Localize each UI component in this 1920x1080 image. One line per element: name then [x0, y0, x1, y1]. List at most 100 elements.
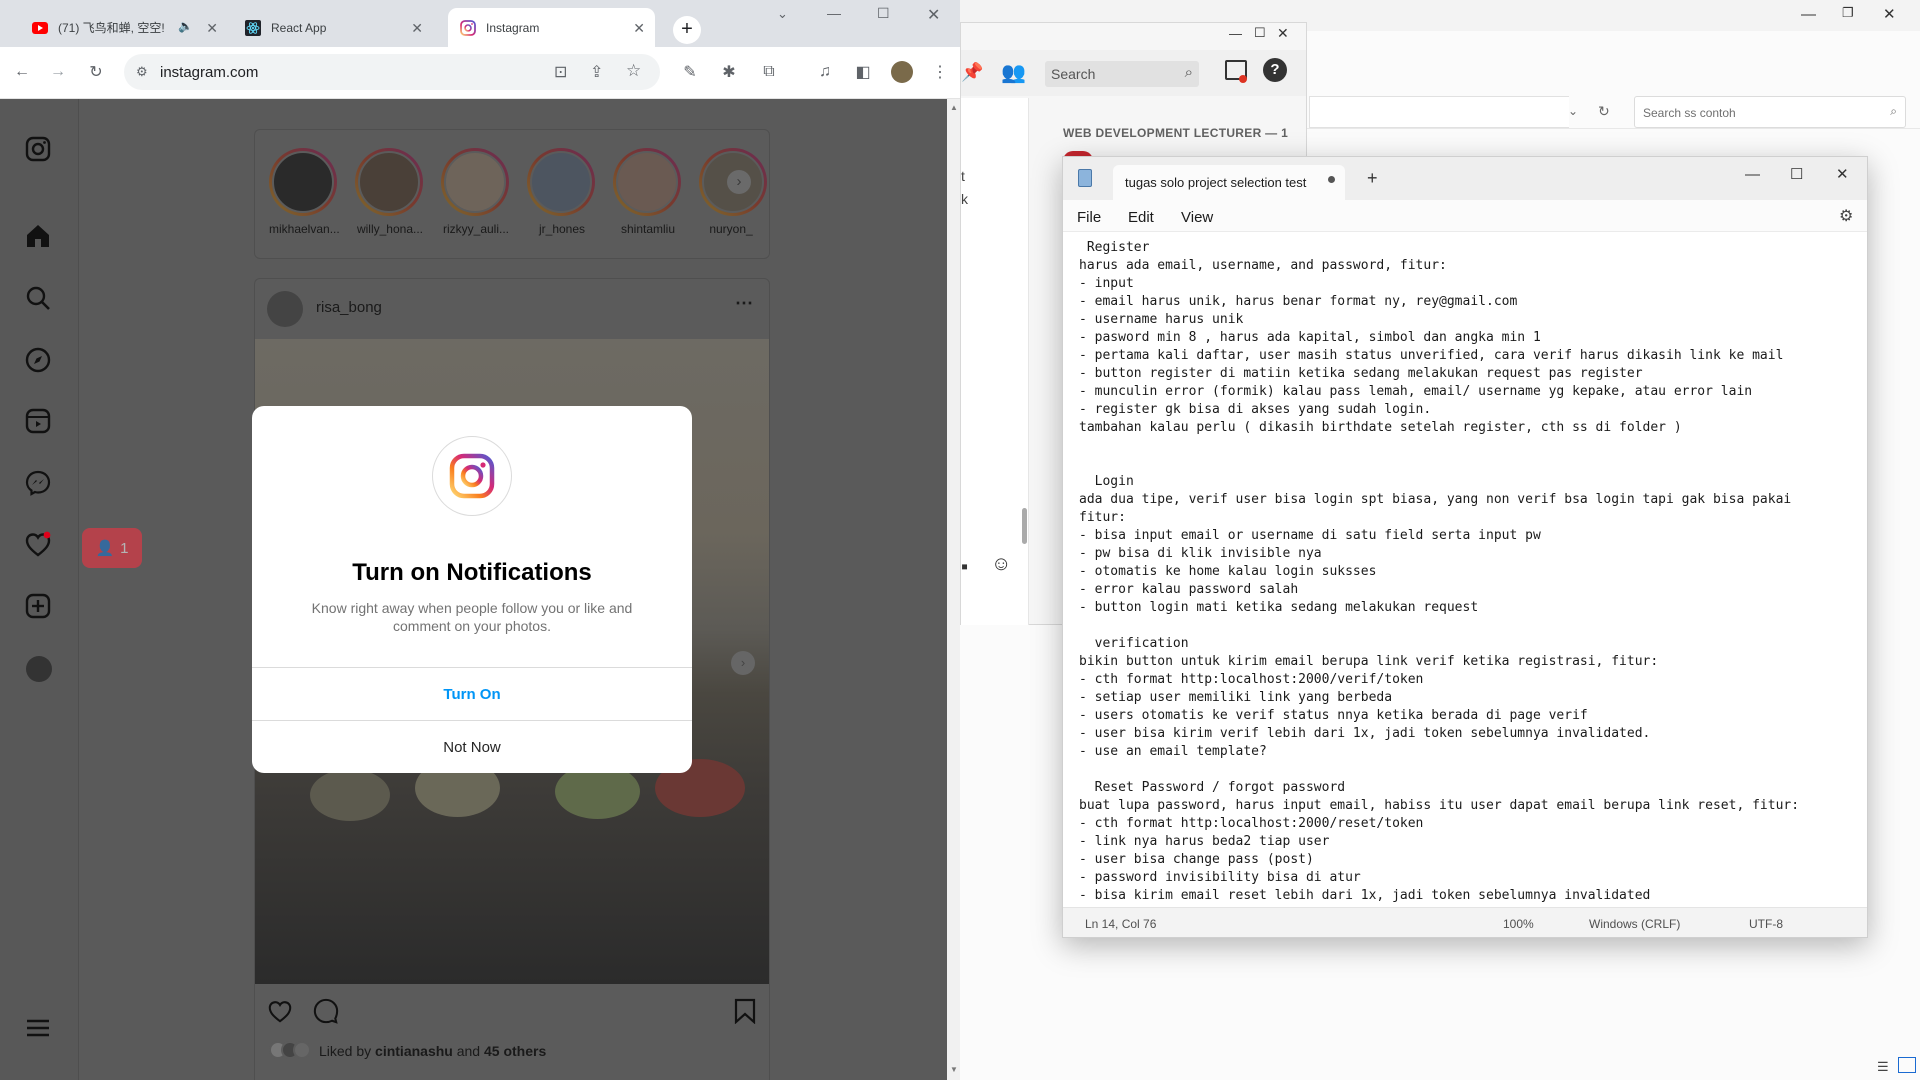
close-icon[interactable]: ✕: [411, 20, 423, 37]
story-item[interactable]: rizkyy_auli...: [441, 148, 511, 236]
encoding[interactable]: UTF-8: [1749, 917, 1783, 931]
forward-icon[interactable]: →: [46, 60, 70, 84]
close-window-button[interactable]: ✕: [927, 5, 940, 25]
site-info-icon[interactable]: ⚙: [136, 64, 148, 80]
maximize-button[interactable]: ☐: [877, 5, 890, 22]
bookmark-star-icon[interactable]: ☆: [626, 61, 641, 81]
home-icon[interactable]: [24, 222, 54, 252]
editor-line: - pasword min 8 , harus ada kapital, sim…: [1079, 330, 1541, 345]
chevron-down-icon[interactable]: ⌄: [1568, 104, 1578, 118]
messenger-icon[interactable]: [24, 469, 54, 499]
browser-toolbar: ← → ↻ ⚙ instagram.com ⊡ ⇪ ☆ ✎ ✱ ⧉ ♫ ◧ ⋮: [0, 47, 960, 99]
notepad-maximize-button[interactable]: ☐: [1790, 165, 1803, 183]
zoom-level[interactable]: 100%: [1503, 917, 1534, 931]
story-item[interactable]: mikhaelvan...: [269, 148, 339, 236]
reels-icon[interactable]: [24, 407, 54, 437]
close-icon[interactable]: ✕: [633, 20, 645, 37]
notepad-minimize-button[interactable]: —: [1745, 166, 1760, 183]
pin-icon[interactable]: 📌: [961, 62, 983, 83]
tab-react-app[interactable]: React App ✕: [233, 8, 433, 47]
line-ending[interactable]: Windows (CRLF): [1589, 917, 1680, 931]
explore-compass-icon[interactable]: [24, 346, 54, 376]
users-icon[interactable]: 👥: [1001, 60, 1026, 85]
back-icon[interactable]: ←: [10, 60, 34, 84]
menu-edit[interactable]: Edit: [1128, 209, 1154, 226]
address-bar[interactable]: ⚙ instagram.com ⊡ ⇪ ☆: [124, 54, 660, 90]
create-plus-icon[interactable]: [24, 592, 54, 622]
turn-on-button[interactable]: Turn On: [252, 667, 692, 720]
chat-close-button[interactable]: ✕: [1277, 25, 1289, 42]
mute-icon[interactable]: 🔈: [178, 19, 193, 33]
emoji-icon[interactable]: ☺: [991, 553, 1011, 576]
unsaved-dot[interactable]: [1328, 176, 1335, 183]
liked-by-others[interactable]: 45 others: [484, 1043, 546, 1059]
new-tab-button[interactable]: +: [673, 16, 701, 44]
notepad-text-editor[interactable]: Register harus ada email, username, and p…: [1063, 232, 1867, 907]
media-control-icon[interactable]: ♫: [813, 60, 837, 84]
editor-line: harus ada email, username, and password,…: [1079, 258, 1447, 273]
tab-instagram[interactable]: Instagram ✕: [448, 8, 655, 47]
tab-youtube[interactable]: (71) 飞鸟和蝉, 空空! 🔈 ✕: [20, 8, 228, 47]
notepad-close-button[interactable]: ✕: [1836, 165, 1849, 183]
chevron-right-icon[interactable]: ›: [731, 651, 755, 675]
chevron-right-icon[interactable]: ›: [727, 170, 751, 194]
extensions-icon[interactable]: ⧉: [757, 60, 781, 84]
notifications-heart-icon[interactable]: [24, 530, 54, 560]
explorer-search-input[interactable]: Search ss contoh ⌕: [1634, 96, 1906, 128]
explorer-minimize-button[interactable]: —: [1801, 6, 1816, 23]
scroll-down-arrow[interactable]: ▼: [950, 1065, 958, 1074]
story-item[interactable]: nuryon_: [699, 148, 767, 236]
attach-icon[interactable]: ▪: [961, 556, 968, 579]
story-item[interactable]: willy_hona...: [355, 148, 425, 236]
scrollbar-thumb[interactable]: [1022, 508, 1027, 544]
notepad-tab[interactable]: tugas solo project selection test: [1113, 165, 1345, 200]
menu-file[interactable]: File: [1077, 209, 1101, 226]
menu-kebab-icon[interactable]: ⋮: [928, 60, 952, 84]
explorer-address-bar[interactable]: [1309, 96, 1569, 128]
explorer-restore-button[interactable]: ❐: [1842, 5, 1854, 21]
share-icon[interactable]: ⇪: [590, 62, 603, 82]
details-view-icon[interactable]: ☰: [1877, 1059, 1889, 1075]
minimize-button[interactable]: —: [827, 5, 841, 21]
close-icon[interactable]: ✕: [206, 20, 218, 37]
story-item[interactable]: jr_hones: [527, 148, 597, 236]
refresh-icon[interactable]: ↻: [1598, 103, 1610, 120]
profile-avatar[interactable]: [891, 61, 913, 83]
profile-avatar[interactable]: [24, 654, 54, 684]
explorer-close-button[interactable]: ✕: [1883, 5, 1896, 23]
search-icon[interactable]: [24, 284, 54, 314]
editor-line: - bisa kirim email reset lebih dari 1x, …: [1079, 888, 1651, 903]
avatar[interactable]: [267, 291, 303, 327]
new-tab-button[interactable]: +: [1367, 168, 1378, 189]
tab-search-icon[interactable]: ⌄: [777, 6, 788, 22]
menu-view[interactable]: View: [1181, 209, 1213, 226]
help-icon[interactable]: ?: [1263, 58, 1287, 82]
settings-gear-icon[interactable]: ⚙: [1839, 206, 1853, 226]
save-bookmark-icon[interactable]: [733, 998, 757, 1024]
page-scrollbar[interactable]: ▲ ▼: [947, 99, 960, 1080]
scroll-up-arrow[interactable]: ▲: [950, 103, 958, 112]
reload-icon[interactable]: ↻: [84, 60, 108, 84]
post-username[interactable]: risa_bong: [316, 299, 382, 316]
comment-icon[interactable]: [313, 998, 339, 1024]
instagram-logo-icon[interactable]: [24, 135, 54, 165]
extension-bug-icon[interactable]: ✱: [717, 60, 741, 84]
follower-notification-badge[interactable]: 👤 1: [82, 528, 142, 568]
more-options-icon[interactable]: ⋯: [735, 293, 753, 314]
cursor-position: Ln 14, Col 76: [1085, 917, 1157, 931]
notepad-titlebar: tugas solo project selection test + — ☐ …: [1063, 157, 1867, 200]
liked-by-user[interactable]: cintianashu: [375, 1043, 453, 1059]
like-heart-icon[interactable]: [267, 998, 293, 1024]
not-now-button[interactable]: Not Now: [252, 720, 692, 773]
chat-maximize-button[interactable]: ☐: [1254, 25, 1266, 41]
thumbnail-view-icon[interactable]: [1898, 1057, 1916, 1073]
install-app-icon[interactable]: ⊡: [554, 62, 567, 82]
chat-minimize-button[interactable]: —: [1229, 26, 1242, 41]
youtube-icon: [32, 20, 48, 36]
story-item[interactable]: shintamliu: [613, 148, 683, 236]
eyedropper-icon[interactable]: ✎: [678, 60, 702, 84]
side-panel-icon[interactable]: ◧: [851, 60, 875, 84]
more-menu-icon[interactable]: [24, 1014, 54, 1044]
chat-search-input[interactable]: Search ⌕: [1045, 61, 1199, 87]
